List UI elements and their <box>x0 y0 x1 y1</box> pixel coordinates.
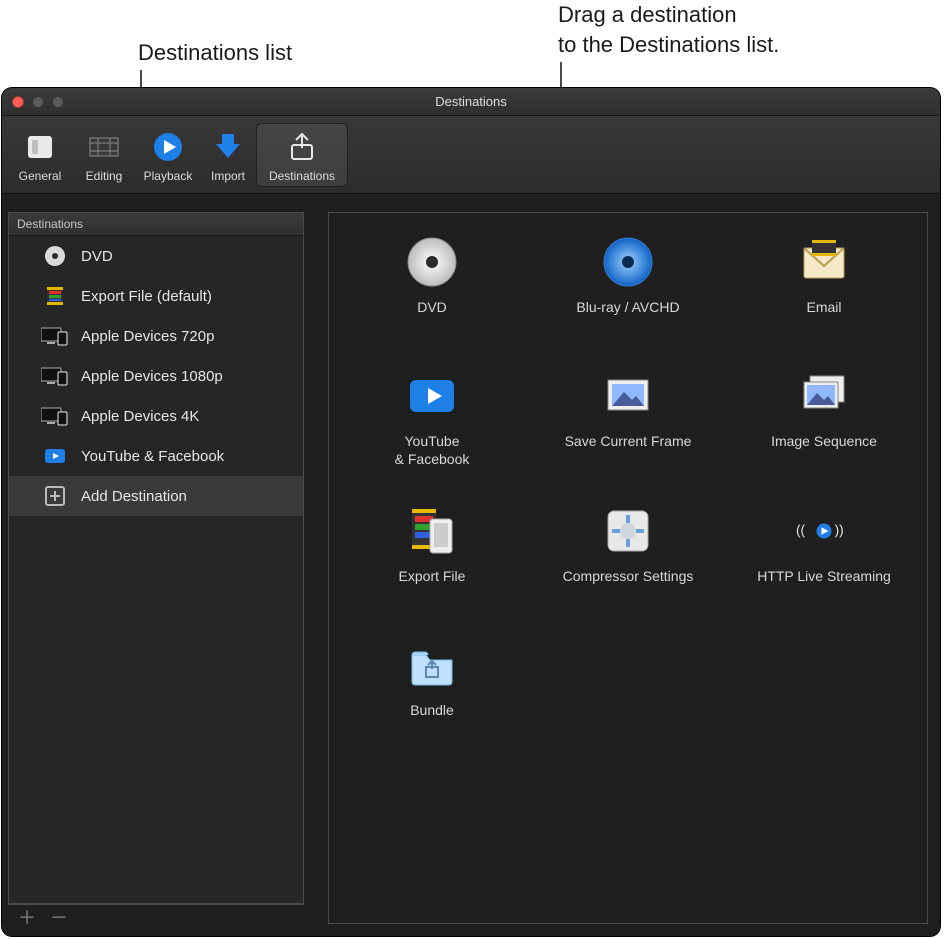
palette-item-label: Bundle <box>339 702 525 736</box>
switch-icon <box>10 127 70 167</box>
palette-item-image-sequence[interactable]: Image Sequence <box>731 367 917 468</box>
destination-row-apple-1080p[interactable]: Apple Devices 1080p <box>9 356 303 396</box>
image-sequence-icon <box>731 367 917 425</box>
palette-item-label: Blu-ray / AVCHD <box>535 299 721 333</box>
tab-general[interactable]: General <box>8 123 72 187</box>
add-destination-button[interactable]: ＋ <box>18 909 36 927</box>
svg-text:)): )) <box>835 523 844 538</box>
tab-playback[interactable]: Playback <box>136 123 200 187</box>
destinations-grid: DVD Blu-ray / AVCHD Email <box>339 233 917 736</box>
tab-label: Editing <box>74 169 134 183</box>
palette-item-label: Save Current Frame <box>535 433 721 467</box>
destination-row-label: Apple Devices 1080p <box>81 368 223 385</box>
destination-row-label: Apple Devices 4K <box>81 408 199 425</box>
tab-editing[interactable]: Editing <box>72 123 136 187</box>
palette-item-label: Compressor Settings <box>535 568 721 602</box>
palette-item-label: Email <box>731 299 917 333</box>
devices-icon <box>41 404 69 428</box>
destinations-sidebar: Destinations DVD Export File (default) <box>2 194 310 936</box>
palette-item-label: Export File <box>339 568 525 602</box>
email-icon <box>731 233 917 291</box>
devices-icon <box>41 364 69 388</box>
filmstrip-icon <box>41 284 69 308</box>
bundle-folder-icon <box>339 636 525 694</box>
play-icon <box>138 127 198 167</box>
youtube-icon <box>41 444 69 468</box>
tab-label: Destinations <box>258 169 346 183</box>
zoom-window-button[interactable] <box>52 96 64 108</box>
palette-item-export-file[interactable]: Export File <box>339 502 525 602</box>
download-arrow-icon <box>202 127 254 167</box>
preferences-body: Destinations DVD Export File (default) <box>2 194 940 936</box>
tab-label: General <box>10 169 70 183</box>
disc-icon <box>41 244 69 268</box>
destination-row-export-file[interactable]: Export File (default) <box>9 276 303 316</box>
palette-item-email[interactable]: Email <box>731 233 917 333</box>
palette-item-save-frame[interactable]: Save Current Frame <box>535 367 721 468</box>
disc-icon <box>339 233 525 291</box>
tab-label: Import <box>202 169 254 183</box>
tab-import[interactable]: Import <box>200 123 256 187</box>
compressor-icon <box>535 502 721 560</box>
share-icon <box>258 127 346 167</box>
tab-label: Playback <box>138 169 198 183</box>
palette-item-label: Image Sequence <box>731 433 917 467</box>
export-file-icon <box>339 502 525 560</box>
destination-row-label: YouTube & Facebook <box>81 448 224 465</box>
destinations-list: Destinations DVD Export File (default) <box>8 212 304 904</box>
palette-item-compressor[interactable]: Compressor Settings <box>535 502 721 602</box>
destinations-palette-area: DVD Blu-ray / AVCHD Email <box>310 194 940 936</box>
close-window-button[interactable] <box>12 96 24 108</box>
destination-row-apple-4k[interactable]: Apple Devices 4K <box>9 396 303 436</box>
destination-row-label: Apple Devices 720p <box>81 328 214 345</box>
devices-icon <box>41 324 69 348</box>
minimize-window-button[interactable] <box>32 96 44 108</box>
destination-row-apple-720p[interactable]: Apple Devices 720p <box>9 316 303 356</box>
bluray-disc-icon <box>535 233 721 291</box>
destination-row-label: DVD <box>81 248 113 265</box>
frame-icon <box>535 367 721 425</box>
destinations-list-header: Destinations <box>9 213 303 236</box>
palette-item-bluray[interactable]: Blu-ray / AVCHD <box>535 233 721 333</box>
palette-item-bundle[interactable]: Bundle <box>339 636 525 736</box>
destination-row-label: Export File (default) <box>81 288 212 305</box>
destination-row-youtube-facebook[interactable]: YouTube & Facebook <box>9 436 303 476</box>
palette-item-youtube-facebook[interactable]: YouTube & Facebook <box>339 367 525 468</box>
window-title: Destinations <box>2 94 940 109</box>
palette-item-dvd[interactable]: DVD <box>339 233 525 333</box>
plus-box-icon <box>41 484 69 508</box>
titlebar: Destinations <box>2 88 940 116</box>
destination-row-add[interactable]: Add Destination <box>9 476 303 516</box>
destinations-list-footer: ＋ － <box>8 904 304 930</box>
destination-row-dvd[interactable]: DVD <box>9 236 303 276</box>
palette-item-label: HTTP Live Streaming <box>731 568 917 602</box>
callout-drag-destination: Drag a destination to the Destinations l… <box>558 0 779 59</box>
palette-item-label: DVD <box>339 299 525 333</box>
http-live-streaming-icon: (( )) <box>731 502 917 560</box>
svg-text:((: (( <box>796 523 806 538</box>
preferences-window: Destinations General Editing Playback I <box>2 88 940 936</box>
palette-item-label: YouTube & Facebook <box>339 433 525 468</box>
palette-item-hls[interactable]: (( )) HTTP Live Streaming <box>731 502 917 602</box>
destination-row-label: Add Destination <box>81 488 187 505</box>
youtube-icon <box>339 367 525 425</box>
timeline-icon <box>74 127 134 167</box>
tab-destinations[interactable]: Destinations <box>256 123 348 187</box>
callout-destinations-list: Destinations list <box>138 38 292 68</box>
remove-destination-button[interactable]: － <box>50 909 68 927</box>
destinations-list-body[interactable]: DVD Export File (default) Apple Devices … <box>9 236 303 903</box>
preferences-toolbar: General Editing Playback Import Destinat… <box>2 116 940 194</box>
destinations-palette: DVD Blu-ray / AVCHD Email <box>328 212 928 924</box>
window-controls <box>2 96 64 108</box>
